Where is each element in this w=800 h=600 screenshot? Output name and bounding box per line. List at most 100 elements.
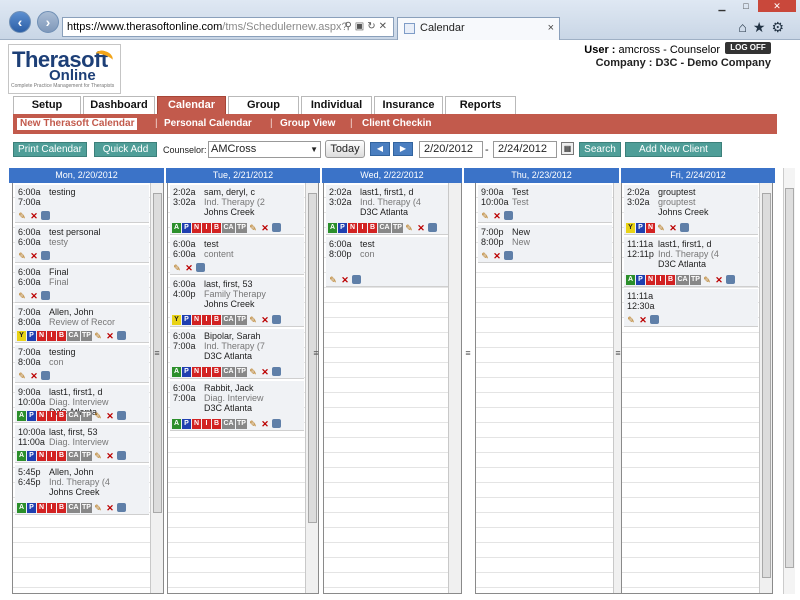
counselor-select[interactable]: AMCross ▼ — [208, 141, 321, 158]
status-badge-p[interactable]: P — [182, 223, 191, 233]
tab-insurance[interactable]: Insurance — [374, 96, 443, 114]
pencil-icon[interactable]: ✎ — [93, 503, 103, 513]
status-badge-tp[interactable]: TP — [236, 223, 247, 233]
back-icon[interactable]: ‹ — [9, 11, 31, 33]
status-badge-p[interactable]: P — [182, 419, 191, 429]
status-badge-b[interactable]: B — [368, 223, 377, 233]
appointment-card[interactable]: 6:00a 6:00a test personal testy ✎ ✕ — [15, 225, 149, 263]
status-badge-b[interactable]: B — [212, 367, 221, 377]
status-badge-tp[interactable]: TP — [236, 315, 247, 325]
pencil-icon[interactable]: ✎ — [93, 411, 103, 421]
status-badge-i[interactable]: I — [47, 503, 56, 513]
save-icon[interactable] — [41, 211, 50, 220]
status-badge-ca[interactable]: CA — [67, 411, 80, 421]
pencil-icon[interactable]: ✎ — [248, 367, 258, 377]
pencil-icon[interactable]: ✎ — [248, 419, 258, 429]
save-icon[interactable] — [41, 371, 50, 380]
delete-icon[interactable]: ✕ — [105, 411, 115, 421]
tab-reports[interactable]: Reports — [445, 96, 516, 114]
day-slot-list[interactable]: 2:02a 3:02a sam, deryl, c Ind. Therapy (2 Jo… — [168, 183, 305, 593]
appointment-card[interactable]: 5:45p 6:45p Allen, John Ind. Therapy (4 John… — [15, 465, 149, 515]
delete-icon[interactable]: ✕ — [105, 331, 115, 341]
delete-icon[interactable]: ✕ — [260, 419, 270, 429]
pencil-icon[interactable]: ✎ — [93, 331, 103, 341]
status-badge-ca[interactable]: CA — [67, 503, 80, 513]
quick-add-button[interactable]: Quick Add — [94, 142, 157, 157]
pencil-icon[interactable]: ✎ — [17, 251, 27, 261]
status-badge-p[interactable]: P — [182, 367, 191, 377]
delete-icon[interactable]: ✕ — [29, 211, 39, 221]
status-badge-i[interactable]: I — [202, 223, 211, 233]
start-date-field[interactable]: 2/20/2012 — [419, 141, 483, 158]
delete-icon[interactable]: ✕ — [260, 367, 270, 377]
status-badge-ca[interactable]: CA — [222, 367, 235, 377]
tab-setup[interactable]: Setup — [13, 96, 81, 114]
save-icon[interactable] — [117, 503, 126, 512]
status-badge-p[interactable]: P — [636, 223, 645, 233]
pencil-icon[interactable]: ✎ — [248, 315, 258, 325]
day-scrollbar[interactable] — [150, 183, 163, 593]
status-badge-i[interactable]: I — [202, 419, 211, 429]
save-icon[interactable] — [272, 223, 281, 232]
subnav-client-checkin[interactable]: Client Checkin — [362, 118, 431, 130]
prev-week-button[interactable]: ◀ — [370, 142, 390, 156]
delete-icon[interactable]: ✕ — [668, 223, 678, 233]
appointment-card[interactable]: 9:00a 10:00a last1, first1, d Diag. Intervi… — [15, 385, 149, 423]
search-icon[interactable]: ⚲ — [344, 21, 354, 32]
appointment-card[interactable]: 7:00a 8:00a Allen, John Review of Recor Y P N I… — [15, 305, 149, 343]
status-badge-a[interactable]: A — [172, 367, 181, 377]
status-badge-i[interactable]: I — [358, 223, 367, 233]
save-icon[interactable] — [650, 315, 659, 324]
home-icon[interactable]: ⌂ — [738, 19, 752, 35]
delete-icon[interactable]: ✕ — [260, 315, 270, 325]
status-badge-tp[interactable]: TP — [81, 451, 92, 461]
status-badge-ca[interactable]: CA — [378, 223, 391, 233]
appointment-card[interactable]: 7:00a 8:00a testing con ✎ ✕ — [15, 345, 149, 383]
pencil-icon[interactable]: ✎ — [626, 315, 636, 325]
forward-icon[interactable]: › — [37, 11, 59, 33]
status-badge-n[interactable]: N — [192, 419, 201, 429]
status-badge-tp[interactable]: TP — [81, 331, 92, 341]
pencil-icon[interactable]: ✎ — [17, 371, 27, 381]
appointment-card[interactable]: 2:02a 3:02a sam, deryl, c Ind. Therapy (2 Jo… — [170, 185, 304, 235]
status-badge-a[interactable]: A — [17, 451, 26, 461]
logoff-button[interactable]: LOG OFF — [725, 42, 771, 54]
status-badge-n[interactable]: N — [192, 367, 201, 377]
status-badge-ca[interactable]: CA — [676, 275, 689, 285]
appointment-card[interactable]: 10:00a 11:00a last, first, 53 Diag. Intervi… — [15, 425, 149, 463]
status-badge-ca[interactable]: CA — [222, 223, 235, 233]
appointment-card[interactable]: 11:11a 12:11p last1, first1, d Ind. Therapy… — [624, 237, 758, 287]
status-badge-n[interactable]: N — [37, 331, 46, 341]
status-badge-p[interactable]: P — [27, 503, 36, 513]
status-badge-n[interactable]: N — [646, 223, 655, 233]
delete-icon[interactable]: ✕ — [492, 251, 502, 261]
save-icon[interactable] — [272, 315, 281, 324]
tab-dashboard[interactable]: Dashboard — [83, 96, 155, 114]
day-scrollbar[interactable] — [305, 183, 318, 593]
appointment-card[interactable]: 6:00a 7:00a testing ✎ ✕ — [15, 185, 149, 223]
next-week-button[interactable]: ▶ — [393, 142, 413, 156]
status-badge-i[interactable]: I — [47, 411, 56, 421]
status-badge-ca[interactable]: CA — [222, 315, 235, 325]
day-scroll-thumb[interactable] — [762, 193, 771, 578]
today-button[interactable]: Today — [325, 140, 365, 158]
status-badge-p[interactable]: P — [27, 451, 36, 461]
resize-grip[interactable]: ≡ — [153, 348, 161, 358]
status-badge-y[interactable]: Y — [17, 331, 26, 341]
pencil-icon[interactable]: ✎ — [480, 251, 490, 261]
delete-icon[interactable]: ✕ — [29, 251, 39, 261]
delete-icon[interactable]: ✕ — [340, 275, 350, 285]
status-badge-p[interactable]: P — [338, 223, 347, 233]
maximize-icon[interactable]: □ — [734, 0, 758, 12]
save-icon[interactable] — [272, 367, 281, 376]
status-badge-ca[interactable]: CA — [67, 331, 80, 341]
day-scroll-thumb[interactable] — [308, 193, 317, 523]
address-controls[interactable]: ⚲▣↻✕ — [344, 18, 390, 36]
status-badge-a[interactable]: A — [172, 223, 181, 233]
status-badge-tp[interactable]: TP — [236, 419, 247, 429]
status-badge-a[interactable]: A — [328, 223, 337, 233]
subnav-group-view[interactable]: Group View — [280, 118, 335, 130]
appointment-card[interactable]: 7:00p 8:00p New New ✎ ✕ — [478, 225, 612, 263]
status-badge-a[interactable]: A — [172, 419, 181, 429]
save-icon[interactable] — [41, 251, 50, 260]
